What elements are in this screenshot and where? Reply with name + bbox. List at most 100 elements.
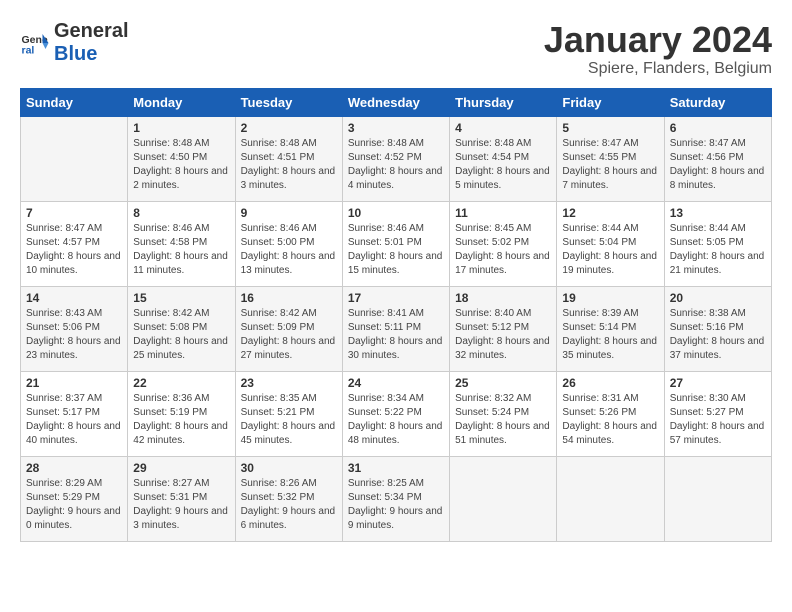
day-number: 27 bbox=[670, 376, 766, 390]
calendar-cell: 13Sunrise: 8:44 AMSunset: 5:05 PMDayligh… bbox=[664, 201, 771, 286]
week-row-4: 28Sunrise: 8:29 AMSunset: 5:29 PMDayligh… bbox=[21, 456, 772, 541]
calendar-cell: 1 Sunrise: 8:48 AMSunset: 4:50 PMDaylight… bbox=[128, 116, 235, 201]
day-info: Sunrise: 8:26 AMSunset: 5:32 PMDaylight:… bbox=[241, 477, 337, 533]
day-info: Sunrise: 8:47 AMSunset: 4:55 PMDaylight:… bbox=[562, 137, 658, 193]
calendar-table: Sunday Monday Tuesday Wednesday Thursday… bbox=[20, 88, 772, 542]
calendar-cell bbox=[664, 456, 771, 541]
day-info: Sunrise: 8:46 AMSunset: 5:00 PMDaylight:… bbox=[241, 222, 337, 278]
day-number: 7 bbox=[26, 206, 122, 220]
day-info: Sunrise: 8:34 AMSunset: 5:22 PMDaylight:… bbox=[348, 392, 444, 448]
day-number: 29 bbox=[133, 461, 229, 475]
logo-blue: Blue bbox=[54, 43, 97, 65]
day-number: 15 bbox=[133, 291, 229, 305]
header-row: Sunday Monday Tuesday Wednesday Thursday… bbox=[21, 88, 772, 116]
day-number: 12 bbox=[562, 206, 658, 220]
day-number: 5 bbox=[562, 121, 658, 135]
day-info: Sunrise: 8:27 AMSunset: 5:31 PMDaylight:… bbox=[133, 477, 229, 533]
day-info: Sunrise: 8:48 AMSunset: 4:50 PMDaylight:… bbox=[133, 137, 229, 193]
logo-icon: Gene ral bbox=[20, 28, 50, 58]
logo-general2: ral bbox=[104, 20, 128, 42]
day-number: 10 bbox=[348, 206, 444, 220]
day-info: Sunrise: 8:36 AMSunset: 5:19 PMDaylight:… bbox=[133, 392, 229, 448]
calendar-cell: 7 Sunrise: 8:47 AMSunset: 4:57 PMDaylight… bbox=[21, 201, 128, 286]
day-info: Sunrise: 8:42 AMSunset: 5:09 PMDaylight:… bbox=[241, 307, 337, 363]
calendar-cell: 22Sunrise: 8:36 AMSunset: 5:19 PMDayligh… bbox=[128, 371, 235, 456]
day-info: Sunrise: 8:41 AMSunset: 5:11 PMDaylight:… bbox=[348, 307, 444, 363]
calendar-cell: 3 Sunrise: 8:48 AMSunset: 4:52 PMDaylight… bbox=[342, 116, 449, 201]
day-number: 1 bbox=[133, 121, 229, 135]
day-info: Sunrise: 8:38 AMSunset: 5:16 PMDaylight:… bbox=[670, 307, 766, 363]
day-info: Sunrise: 8:48 AMSunset: 4:52 PMDaylight:… bbox=[348, 137, 444, 193]
calendar-cell: 23Sunrise: 8:35 AMSunset: 5:21 PMDayligh… bbox=[235, 371, 342, 456]
calendar-cell: 27 Sunrise: 8:30 AMSunset: 5:27 PMDayligh… bbox=[664, 371, 771, 456]
calendar-cell: 16 Sunrise: 8:42 AMSunset: 5:09 PMDayligh… bbox=[235, 286, 342, 371]
calendar-cell: 30 Sunrise: 8:26 AMSunset: 5:32 PMDayligh… bbox=[235, 456, 342, 541]
day-number: 3 bbox=[348, 121, 444, 135]
day-info: Sunrise: 8:25 AMSunset: 5:34 PMDaylight:… bbox=[348, 477, 444, 533]
header-tuesday: Tuesday bbox=[235, 88, 342, 116]
day-number: 24 bbox=[348, 376, 444, 390]
day-info: Sunrise: 8:44 AMSunset: 5:04 PMDaylight:… bbox=[562, 222, 658, 278]
calendar-cell: 12 Sunrise: 8:44 AMSunset: 5:04 PMDayligh… bbox=[557, 201, 664, 286]
calendar-cell: 28Sunrise: 8:29 AMSunset: 5:29 PMDayligh… bbox=[21, 456, 128, 541]
calendar-cell: 29 Sunrise: 8:27 AMSunset: 5:31 PMDayligh… bbox=[128, 456, 235, 541]
day-number: 28 bbox=[26, 461, 122, 475]
calendar-cell: 18 Sunrise: 8:40 AMSunset: 5:12 PMDayligh… bbox=[450, 286, 557, 371]
day-number: 2 bbox=[241, 121, 337, 135]
calendar-cell: 4 Sunrise: 8:48 AMSunset: 4:54 PMDaylight… bbox=[450, 116, 557, 201]
week-row-1: 7 Sunrise: 8:47 AMSunset: 4:57 PMDaylight… bbox=[21, 201, 772, 286]
calendar-cell: 10Sunrise: 8:46 AMSunset: 5:01 PMDayligh… bbox=[342, 201, 449, 286]
day-number: 13 bbox=[670, 206, 766, 220]
day-info: Sunrise: 8:40 AMSunset: 5:12 PMDaylight:… bbox=[455, 307, 551, 363]
calendar-cell bbox=[21, 116, 128, 201]
day-number: 14 bbox=[26, 291, 122, 305]
day-info: Sunrise: 8:47 AMSunset: 4:57 PMDaylight:… bbox=[26, 222, 122, 278]
calendar-cell: 19 Sunrise: 8:39 AMSunset: 5:14 PMDayligh… bbox=[557, 286, 664, 371]
week-row-0: 1 Sunrise: 8:48 AMSunset: 4:50 PMDaylight… bbox=[21, 116, 772, 201]
day-number: 16 bbox=[241, 291, 337, 305]
day-info: Sunrise: 8:45 AMSunset: 5:02 PMDaylight:… bbox=[455, 222, 551, 278]
day-info: Sunrise: 8:32 AMSunset: 5:24 PMDaylight:… bbox=[455, 392, 551, 448]
day-number: 18 bbox=[455, 291, 551, 305]
day-number: 8 bbox=[133, 206, 229, 220]
day-info: Sunrise: 8:39 AMSunset: 5:14 PMDaylight:… bbox=[562, 307, 658, 363]
day-number: 21 bbox=[26, 376, 122, 390]
day-info: Sunrise: 8:37 AMSunset: 5:17 PMDaylight:… bbox=[26, 392, 122, 448]
logo-wordmark: General Blue bbox=[54, 20, 129, 66]
calendar-cell: 6 Sunrise: 8:47 AMSunset: 4:56 PMDaylight… bbox=[664, 116, 771, 201]
day-info: Sunrise: 8:31 AMSunset: 5:26 PMDaylight:… bbox=[562, 392, 658, 448]
day-number: 30 bbox=[241, 461, 337, 475]
day-number: 26 bbox=[562, 376, 658, 390]
calendar-cell: 26 Sunrise: 8:31 AMSunset: 5:26 PMDayligh… bbox=[557, 371, 664, 456]
calendar-cell: 14Sunrise: 8:43 AMSunset: 5:06 PMDayligh… bbox=[21, 286, 128, 371]
calendar-cell: 25Sunrise: 8:32 AMSunset: 5:24 PMDayligh… bbox=[450, 371, 557, 456]
calendar-cell: 24 Sunrise: 8:34 AMSunset: 5:22 PMDayligh… bbox=[342, 371, 449, 456]
day-number: 20 bbox=[670, 291, 766, 305]
day-info: Sunrise: 8:48 AMSunset: 4:54 PMDaylight:… bbox=[455, 137, 551, 193]
logo: Gene ral General Blue bbox=[20, 20, 129, 66]
day-number: 4 bbox=[455, 121, 551, 135]
header-sunday: Sunday bbox=[21, 88, 128, 116]
day-info: Sunrise: 8:48 AMSunset: 4:51 PMDaylight:… bbox=[241, 137, 337, 193]
calendar-cell bbox=[450, 456, 557, 541]
calendar-cell: 2 Sunrise: 8:48 AMSunset: 4:51 PMDaylight… bbox=[235, 116, 342, 201]
calendar-cell: 17Sunrise: 8:41 AMSunset: 5:11 PMDayligh… bbox=[342, 286, 449, 371]
header-monday: Monday bbox=[128, 88, 235, 116]
title-section: January 2024 Spiere, Flanders, Belgium bbox=[544, 20, 772, 78]
calendar-cell: 20 Sunrise: 8:38 AMSunset: 5:16 PMDayligh… bbox=[664, 286, 771, 371]
day-info: Sunrise: 8:35 AMSunset: 5:21 PMDaylight:… bbox=[241, 392, 337, 448]
calendar-cell: 15 Sunrise: 8:42 AMSunset: 5:08 PMDayligh… bbox=[128, 286, 235, 371]
day-number: 11 bbox=[455, 206, 551, 220]
day-info: Sunrise: 8:47 AMSunset: 4:56 PMDaylight:… bbox=[670, 137, 766, 193]
header: Gene ral General Blue January 2024 Spier… bbox=[20, 20, 772, 78]
header-thursday: Thursday bbox=[450, 88, 557, 116]
day-info: Sunrise: 8:42 AMSunset: 5:08 PMDaylight:… bbox=[133, 307, 229, 363]
day-number: 19 bbox=[562, 291, 658, 305]
calendar-cell: 11 Sunrise: 8:45 AMSunset: 5:02 PMDayligh… bbox=[450, 201, 557, 286]
calendar-cell: 31Sunrise: 8:25 AMSunset: 5:34 PMDayligh… bbox=[342, 456, 449, 541]
day-info: Sunrise: 8:46 AMSunset: 4:58 PMDaylight:… bbox=[133, 222, 229, 278]
day-number: 6 bbox=[670, 121, 766, 135]
calendar-cell: 21 Sunrise: 8:37 AMSunset: 5:17 PMDayligh… bbox=[21, 371, 128, 456]
day-info: Sunrise: 8:30 AMSunset: 5:27 PMDaylight:… bbox=[670, 392, 766, 448]
calendar-cell: 5 Sunrise: 8:47 AMSunset: 4:55 PMDaylight… bbox=[557, 116, 664, 201]
